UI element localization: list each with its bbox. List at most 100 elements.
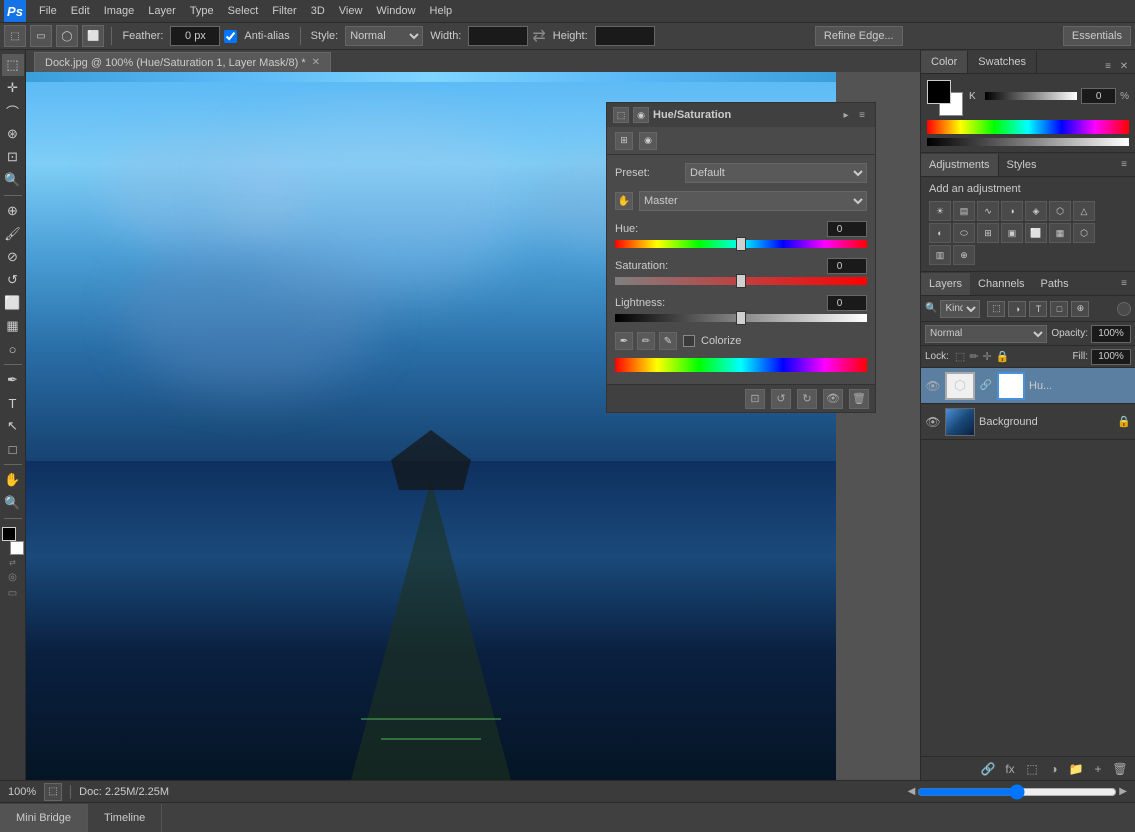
lock-position-icon[interactable]: ✛: [983, 350, 992, 363]
adj-channelmixer[interactable]: ⊞: [977, 223, 999, 243]
dodge-tool[interactable]: ○: [2, 338, 24, 360]
type-tool[interactable]: T: [2, 392, 24, 414]
sat-input[interactable]: [827, 258, 867, 274]
adj-posterize[interactable]: ▦: [1049, 223, 1071, 243]
color-panel-menu[interactable]: ≡: [1101, 59, 1115, 73]
canvas-tab[interactable]: Dock.jpg @ 100% (Hue/Saturation 1, Layer…: [34, 52, 331, 72]
sat-track[interactable]: [615, 277, 867, 285]
sample-point-icon[interactable]: ✒: [615, 332, 633, 350]
adj-gradientmap[interactable]: ▥: [929, 245, 951, 265]
zoom-tool[interactable]: 🔍: [2, 492, 24, 514]
filter-toggle-btn[interactable]: [1117, 302, 1131, 316]
pixel-icon[interactable]: ◉: [633, 107, 649, 123]
adj-vibrance[interactable]: ◈: [1025, 201, 1047, 221]
adj-panel-menu[interactable]: ≡: [1117, 158, 1131, 172]
adj-photofilter[interactable]: ⬭: [953, 223, 975, 243]
sample-plus-icon[interactable]: ✏: [637, 332, 655, 350]
undo-btn[interactable]: ↺: [771, 389, 791, 409]
tab-layers[interactable]: Layers: [921, 273, 970, 295]
crop-tool[interactable]: ⊡: [2, 146, 24, 168]
k-input[interactable]: [1081, 88, 1116, 104]
channel-hand-icon[interactable]: ✋: [615, 192, 633, 210]
eyedropper-tool[interactable]: 🔍: [2, 169, 24, 191]
move-tool[interactable]: ✛: [2, 77, 24, 99]
menu-layer[interactable]: Layer: [141, 3, 183, 19]
adj-bw[interactable]: ◐: [929, 223, 951, 243]
close-tab-icon[interactable]: ✕: [312, 57, 320, 68]
tab-adjustments[interactable]: Adjustments: [921, 154, 999, 176]
k-slider[interactable]: [985, 92, 1077, 100]
layer-eye-huesat[interactable]: 👁: [925, 378, 941, 394]
menu-file[interactable]: File: [32, 3, 64, 19]
tab-styles[interactable]: Styles: [999, 154, 1045, 176]
circle-icon[interactable]: ◉: [639, 132, 657, 150]
layer-link-huesat[interactable]: 🔗: [979, 379, 993, 393]
menu-view[interactable]: View: [332, 3, 370, 19]
tab-paths[interactable]: Paths: [1033, 273, 1077, 295]
screen-mode-btn[interactable]: ▭: [8, 588, 17, 599]
background-color-box[interactable]: [10, 541, 24, 555]
opacity-input[interactable]: [1091, 325, 1131, 343]
add-style-btn[interactable]: fx: [1001, 760, 1019, 778]
canvas-scroll[interactable]: ⬚ ◉ Hue/Saturation ▸ ≡ ⊞ ◉ Preset:: [26, 72, 920, 780]
menu-help[interactable]: Help: [423, 3, 460, 19]
antialias-checkbox[interactable]: [224, 30, 237, 43]
new-group-btn[interactable]: 📁: [1067, 760, 1085, 778]
scroll-bar[interactable]: [917, 788, 1117, 796]
tab-mini-bridge[interactable]: Mini Bridge: [0, 804, 88, 832]
tab-timeline[interactable]: Timeline: [88, 804, 162, 832]
light-input[interactable]: [827, 295, 867, 311]
prop-expand-btn[interactable]: ▸: [839, 108, 853, 122]
adj-colorbalance[interactable]: △: [1073, 201, 1095, 221]
height-input[interactable]: [595, 26, 655, 46]
swap-icon[interactable]: ⇄: [532, 26, 545, 46]
menu-select[interactable]: Select: [221, 3, 266, 19]
menu-3d[interactable]: 3D: [304, 3, 332, 19]
lock-transparent-icon[interactable]: ⬚: [955, 350, 965, 363]
properties-header[interactable]: ⬚ ◉ Hue/Saturation ▸ ≡: [607, 103, 875, 127]
quick-mask-btn[interactable]: ◎: [8, 572, 17, 583]
fill-input[interactable]: [1091, 349, 1131, 365]
adj-exposure[interactable]: ◑: [1001, 201, 1023, 221]
blend-mode-select[interactable]: Normal Dissolve Multiply Screen Overlay: [925, 325, 1047, 343]
layers-panel-menu[interactable]: ≡: [1117, 277, 1131, 291]
visibility-btn[interactable]: 👁: [823, 389, 843, 409]
new-adj-layer-btn[interactable]: ◑: [1045, 760, 1063, 778]
hue-input[interactable]: [827, 221, 867, 237]
layer-mask-huesat[interactable]: [997, 372, 1025, 400]
essentials-btn[interactable]: Essentials: [1063, 26, 1131, 46]
color-panel-close[interactable]: ✕: [1117, 59, 1131, 73]
channel-select[interactable]: Master Reds Yellows Greens Cyans Blues M…: [639, 191, 867, 211]
rect-sel-btn[interactable]: ▭: [30, 25, 52, 47]
filter-pixel-icon[interactable]: ⬚: [987, 301, 1005, 317]
gradient-tool[interactable]: ▦: [2, 315, 24, 337]
adj-threshold[interactable]: ⬡: [1073, 223, 1095, 243]
history-brush-tool[interactable]: ↺: [2, 269, 24, 291]
adj-brightness[interactable]: ☀: [929, 201, 951, 221]
eraser-tool[interactable]: ⬜: [2, 292, 24, 314]
width-input[interactable]: [468, 26, 528, 46]
grid-icon[interactable]: ⊞: [615, 132, 633, 150]
style-select[interactable]: Normal Fixed Ratio Fixed Size: [345, 26, 423, 46]
menu-filter[interactable]: Filter: [265, 3, 303, 19]
hue-thumb[interactable]: [736, 237, 746, 251]
filter-type-icon[interactable]: T: [1029, 301, 1047, 317]
filter-smart-icon[interactable]: ⊕: [1071, 301, 1089, 317]
color-spectrum[interactable]: [927, 120, 1129, 134]
preset-select[interactable]: Default Custom: [685, 163, 867, 183]
sat-thumb[interactable]: [736, 274, 746, 288]
add-mask-btn[interactable]: ⬚: [1023, 760, 1041, 778]
filter-shape-icon[interactable]: □: [1050, 301, 1068, 317]
layer-background[interactable]: 👁 Background 🔒: [921, 404, 1135, 440]
link-layers-btn[interactable]: 🔗: [979, 760, 997, 778]
fg-color-swatch[interactable]: [927, 80, 951, 104]
status-back-btn[interactable]: ◀: [908, 786, 916, 797]
layer-eye-bg[interactable]: 👁: [925, 414, 941, 430]
colorize-checkbox[interactable]: [683, 335, 695, 347]
filter-adj-icon[interactable]: ◑: [1008, 301, 1026, 317]
lock-all-icon[interactable]: 🔒: [996, 350, 1010, 363]
menu-image[interactable]: Image: [97, 3, 142, 19]
single-row-sel-btn[interactable]: ⬜: [82, 25, 104, 47]
adj-huesat[interactable]: ⬡: [1049, 201, 1071, 221]
feather-input[interactable]: [170, 26, 220, 46]
